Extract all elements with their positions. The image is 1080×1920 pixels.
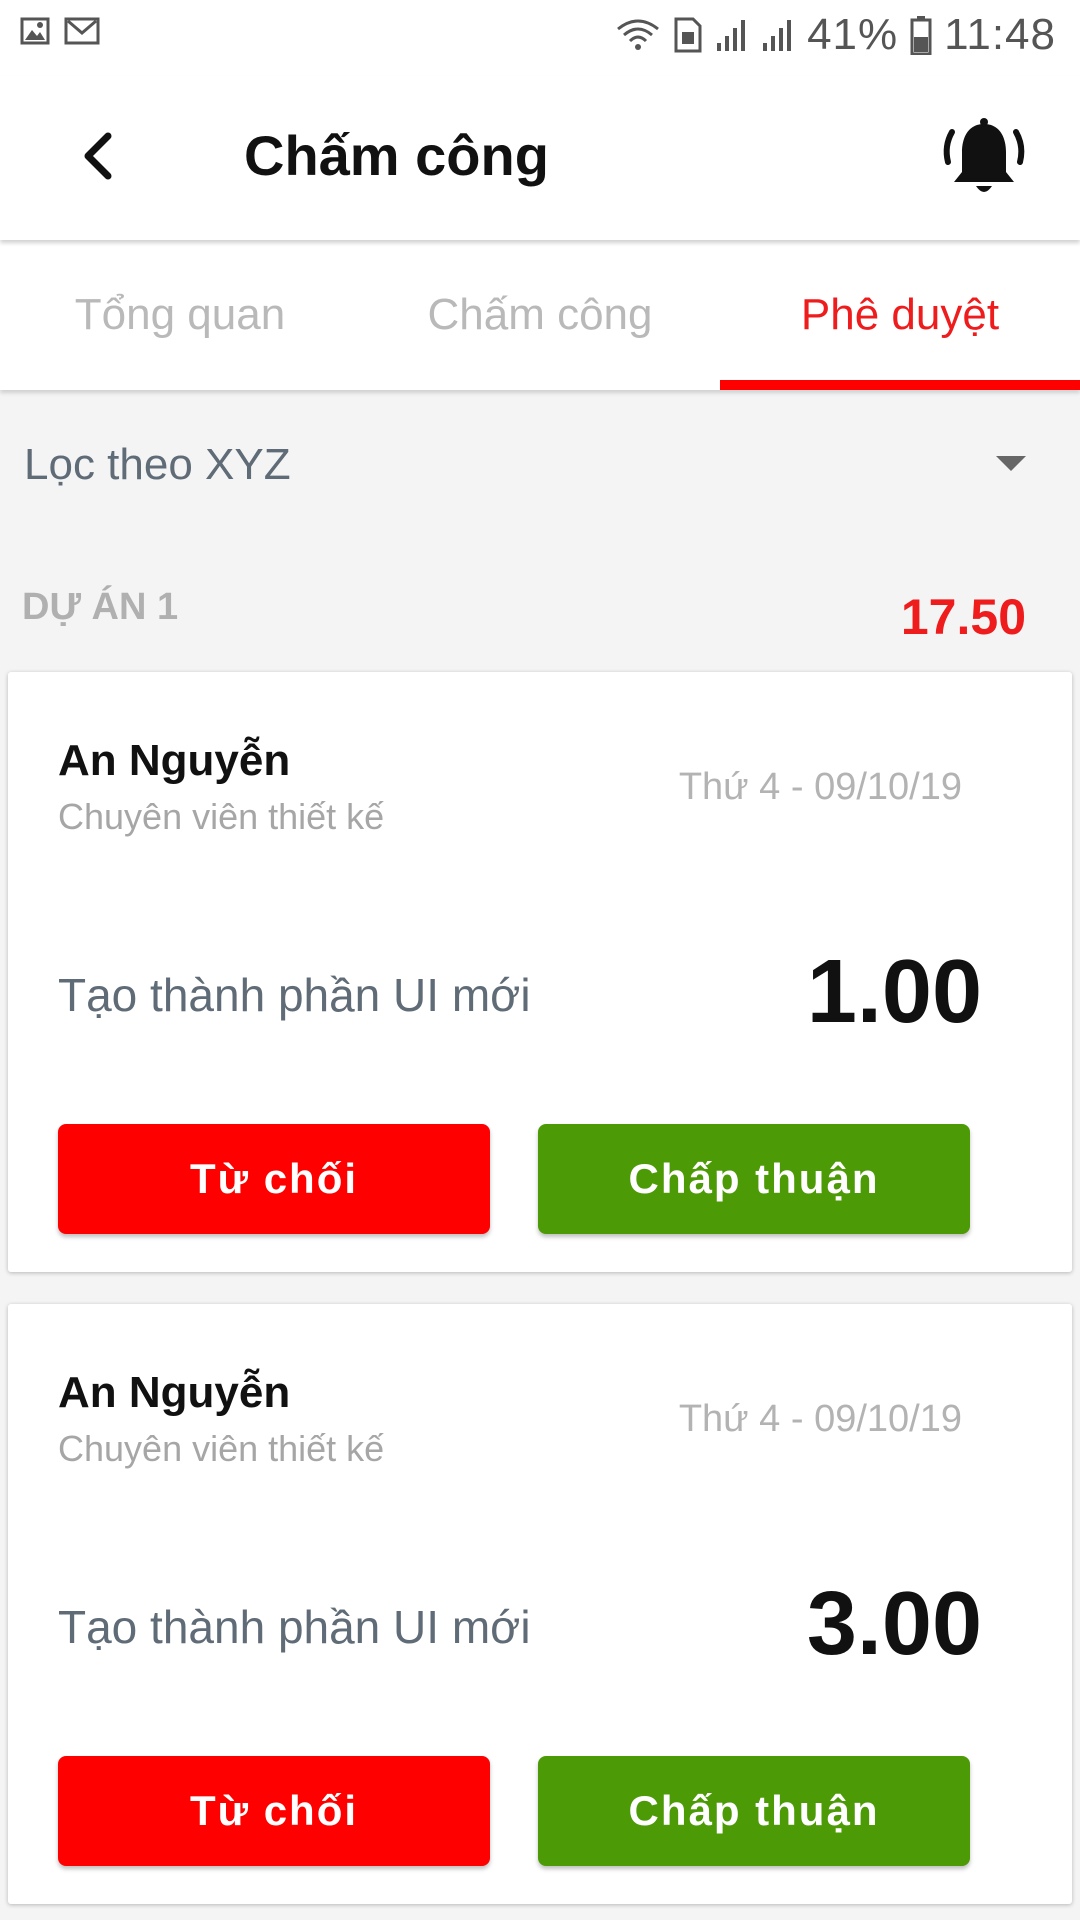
approve-button[interactable]: Chấp thuận — [538, 1124, 970, 1234]
project-title: DỰ ÁN 1 — [22, 586, 179, 628]
tab-overview[interactable]: Tổng quan — [0, 240, 360, 390]
approve-button[interactable]: Chấp thuận — [538, 1756, 970, 1866]
caret-down-icon — [996, 456, 1026, 471]
status-bar: 41% 11:48 — [0, 0, 1080, 76]
back-button[interactable] — [66, 124, 130, 188]
tab-timekeeping[interactable]: Chấm công — [360, 240, 720, 390]
reject-button-label: Từ chối — [189, 1787, 359, 1834]
signal-icon — [763, 20, 792, 51]
clock: 11:48 — [944, 10, 1056, 59]
tab-label: Chấm công — [427, 290, 653, 339]
tab-bar: Tổng quan Chấm công Phê duyệt — [0, 240, 1080, 390]
approve-button-label: Chấp thuận — [628, 1155, 880, 1202]
status-left — [20, 16, 100, 46]
reject-button-label: Từ chối — [189, 1155, 359, 1202]
status-right: 41% 11:48 — [615, 10, 1056, 60]
notification-button[interactable] — [938, 114, 1030, 206]
project-total-hours: 17.50 — [900, 589, 1026, 645]
wifi-icon — [617, 19, 660, 50]
sim-icon — [674, 17, 702, 53]
reject-button[interactable]: Từ chối — [58, 1756, 490, 1866]
project-section-header: DỰ ÁN 1 17.50 — [0, 580, 1080, 650]
filter-dropdown[interactable]: Lọc theo XYZ — [0, 410, 1080, 520]
battery-icon — [910, 16, 932, 55]
entry-date: Thứ 4 - 09/10/19 — [678, 1398, 962, 1440]
signal-icon — [717, 20, 746, 51]
approval-card: An Nguyễn Chuyên viên thiết kế Thứ 4 - 0… — [8, 1304, 1072, 1904]
employee-role: Chuyên viên thiết kế — [58, 796, 385, 837]
task-description: Tạo thành phần UI mới — [58, 1601, 531, 1653]
active-tab-indicator — [720, 380, 1080, 390]
mail-icon — [64, 17, 100, 45]
entry-date: Thứ 4 - 09/10/19 — [678, 766, 962, 808]
chevron-left-icon — [84, 132, 112, 180]
app-bar: Chấm công — [0, 76, 1080, 240]
employee-name: An Nguyễn — [58, 1368, 291, 1417]
bell-ringing-icon — [943, 118, 1025, 192]
approval-card: An Nguyễn Chuyên viên thiết kế Thứ 4 - 0… — [8, 672, 1072, 1272]
task-hours: 1.00 — [806, 942, 982, 1042]
task-description: Tạo thành phần UI mới — [58, 969, 531, 1021]
tab-approval[interactable]: Phê duyệt — [720, 240, 1080, 390]
tab-label: Tổng quan — [74, 290, 286, 339]
employee-name: An Nguyễn — [58, 736, 291, 785]
image-icon — [20, 17, 50, 45]
battery-percent: 41% — [807, 10, 899, 59]
reject-button[interactable]: Từ chối — [58, 1124, 490, 1234]
filter-label: Lọc theo XYZ — [24, 440, 291, 489]
employee-role: Chuyên viên thiết kế — [58, 1428, 385, 1469]
page-title: Chấm công — [244, 124, 549, 187]
tab-label: Phê duyệt — [800, 290, 1000, 339]
task-hours: 3.00 — [806, 1574, 982, 1674]
approve-button-label: Chấp thuận — [628, 1787, 880, 1834]
